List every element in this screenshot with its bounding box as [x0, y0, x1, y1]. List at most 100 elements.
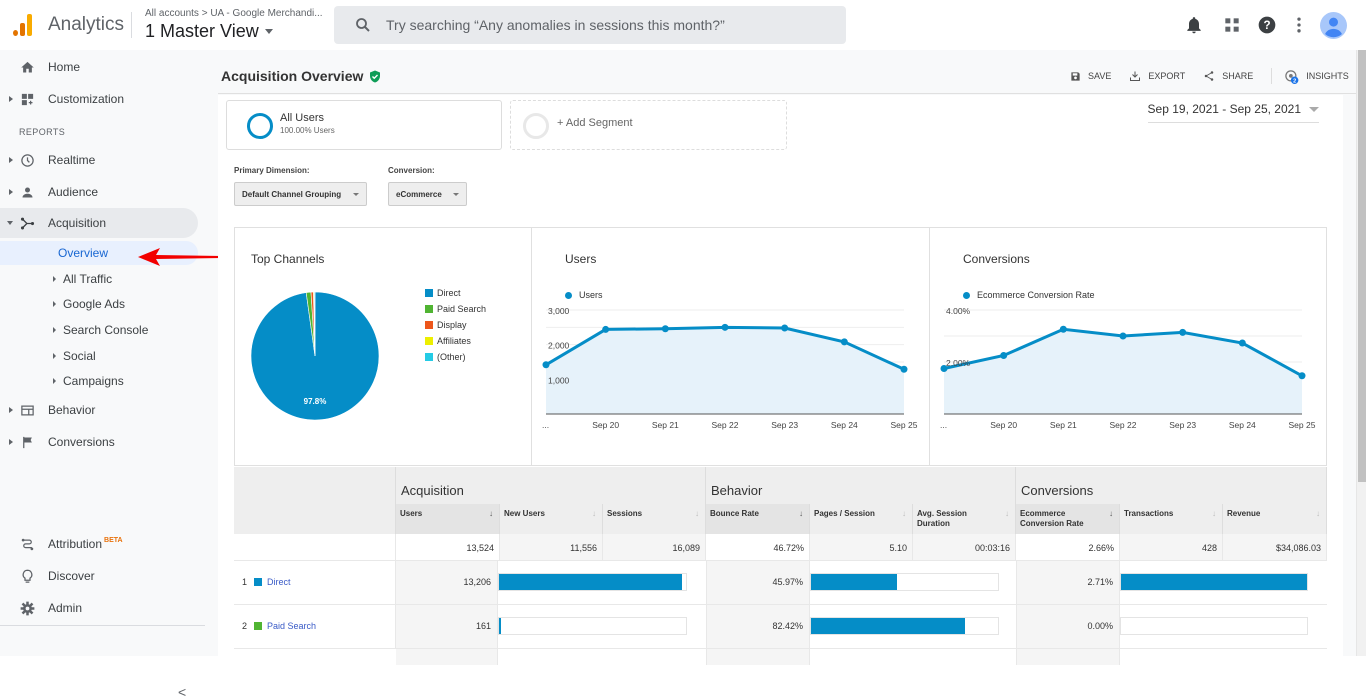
sort-icon: ↓: [1212, 509, 1216, 518]
sidebar-item-label: Discover: [48, 569, 95, 583]
share-button[interactable]: SHARE: [1203, 70, 1253, 82]
help-icon[interactable]: ?: [1257, 15, 1277, 35]
legend-dot: [565, 291, 572, 299]
collapse-sidebar-button[interactable]: <: [178, 684, 186, 700]
column-header-transactions[interactable]: Transactions ↓: [1120, 504, 1223, 534]
sidebar-item-label: Conversions: [48, 435, 115, 449]
x-tick-label: Sep 22: [712, 420, 739, 430]
sidebar-item-acquisition[interactable]: Acquisition: [0, 208, 198, 238]
collapse-triangle-icon: [7, 221, 13, 225]
search-placeholder: Try searching “Any anomalies in sessions…: [386, 17, 725, 33]
sidebar-item-attribution[interactable]: Attribution BETA: [0, 529, 198, 559]
x-tick-label: Sep 20: [990, 420, 1017, 430]
chart-legend: Ecommerce Conversion Rate: [963, 290, 1095, 300]
sidebar-subitem-campaigns[interactable]: Campaigns: [0, 369, 218, 393]
date-range-picker[interactable]: Sep 19, 2021 - Sep 25, 2021: [1147, 102, 1319, 123]
sidebar-item-admin[interactable]: Admin: [0, 593, 198, 623]
chart-title: Top Channels: [251, 252, 325, 266]
search-input[interactable]: Try searching “Any anomalies in sessions…: [334, 6, 846, 44]
column-header-revenue[interactable]: Revenue ↓: [1223, 504, 1327, 534]
column-header-users[interactable]: Users ↓: [396, 504, 500, 534]
sidebar-subitem-all-traffic[interactable]: All Traffic: [0, 267, 218, 291]
actions-divider: [1271, 68, 1273, 84]
data-point: [602, 325, 610, 333]
expand-triangle-icon: [53, 378, 56, 384]
sort-icon: ↓: [695, 509, 699, 518]
sidebar-subitem-social[interactable]: Social: [0, 344, 218, 368]
row-users: 13,206: [396, 561, 498, 604]
sidebar-item-conversions[interactable]: Conversions: [0, 427, 198, 457]
column-header-avg-session-duration[interactable]: Avg. Session Duration ↓: [913, 504, 1016, 534]
expand-triangle-icon: [53, 353, 56, 359]
sidebar-item-home[interactable]: Home: [0, 52, 198, 82]
report-body: All Users 100.00% Users + Add Segment Se…: [218, 95, 1343, 665]
chart-title: Conversions: [963, 252, 1030, 266]
sidebar-item-label: Behavior: [48, 403, 96, 417]
legend-item: Paid Search: [425, 301, 486, 317]
sidebar-subitem-search-console[interactable]: Search Console: [0, 318, 218, 342]
bell-icon[interactable]: [1184, 15, 1204, 35]
expand-triangle-icon: [9, 157, 13, 163]
conversion-value: eCommerce: [396, 189, 442, 199]
legend-item: Display: [425, 317, 486, 333]
sidebar-item-label: Search Console: [63, 323, 149, 337]
data-point: [721, 323, 729, 331]
legend-item: Affiliates: [425, 333, 486, 349]
x-tick-label: Sep 24: [1229, 420, 1256, 430]
segment-all-users[interactable]: All Users 100.00% Users: [226, 100, 502, 150]
x-tick-label: Sep 22: [1110, 420, 1137, 430]
legend-label: Users: [579, 290, 603, 300]
scrollbar-thumb[interactable]: [1358, 50, 1366, 482]
page-scrollbar[interactable]: [1356, 50, 1366, 656]
sidebar-item-behavior[interactable]: Behavior: [0, 395, 198, 425]
data-point: [661, 325, 669, 333]
gear-icon: [20, 601, 35, 615]
channel-link[interactable]: Direct: [267, 577, 291, 587]
column-header-new-users[interactable]: New Users ↓: [500, 504, 603, 534]
y-tick-label: 4.00%: [946, 306, 971, 316]
customization-icon: [21, 93, 34, 105]
legend-label: (Other): [437, 352, 466, 362]
export-button[interactable]: EXPORT: [1129, 70, 1185, 82]
column-header-sessions[interactable]: Sessions ↓: [603, 504, 706, 534]
y-tick-label: 2.00%: [946, 358, 971, 368]
x-tick-label: Sep 20: [592, 420, 619, 430]
users-share-bar-fill: [499, 618, 501, 634]
sidebar-subitem-google-ads[interactable]: Google Ads: [0, 292, 218, 316]
home-icon: [21, 61, 34, 72]
bounce-rate-bar: [810, 617, 999, 635]
column-header-ecommerce-conversion-rate[interactable]: Ecommerce Conversion Rate ↓: [1016, 504, 1120, 534]
save-button[interactable]: SAVE: [1070, 71, 1111, 82]
data-point: [1238, 339, 1246, 347]
apps-grid-icon[interactable]: [1222, 15, 1242, 35]
total-transactions: 428: [1120, 534, 1223, 560]
sidebar-item-discover[interactable]: Discover: [0, 561, 198, 591]
channel-link[interactable]: Paid Search: [267, 621, 316, 631]
analytics-logo[interactable]: [12, 14, 34, 36]
page-title: Acquisition Overview: [221, 68, 381, 84]
expand-triangle-icon: [53, 276, 56, 282]
sidebar-item-audience[interactable]: Audience: [0, 177, 198, 207]
more-vert-icon[interactable]: [1289, 15, 1309, 35]
sidebar-item-customization[interactable]: Customization: [0, 84, 198, 114]
column-header-pages-per-session[interactable]: Pages / Session ↓: [810, 504, 913, 534]
add-segment-button[interactable]: + Add Segment: [510, 100, 787, 150]
x-tick-label: Sep 25: [891, 420, 918, 430]
y-tick-label: 2,000: [548, 341, 570, 351]
svg-text:?: ?: [1263, 19, 1270, 32]
sidebar-item-label: Overview: [58, 246, 109, 260]
account-avatar[interactable]: [1320, 12, 1347, 39]
conversion-rate-bar-fill: [1121, 574, 1307, 590]
insights-button[interactable]: 2 INSIGHTS: [1284, 69, 1349, 84]
conversion-select[interactable]: eCommerce: [388, 182, 467, 206]
expand-triangle-icon: [9, 189, 13, 195]
sort-icon: ↓: [1109, 509, 1113, 518]
column-header-bounce-rate[interactable]: Bounce Rate ↓: [706, 504, 810, 534]
view-selector[interactable]: 1 Master View: [145, 21, 273, 42]
sidebar-item-label: Campaigns: [63, 374, 124, 388]
account-breadcrumb[interactable]: All accounts > UA - Google Merchandi...: [145, 8, 323, 19]
sidebar-item-realtime[interactable]: Realtime: [0, 145, 198, 175]
chart-title: Users: [565, 252, 597, 266]
primary-dimension-select[interactable]: Default Channel Grouping: [234, 182, 367, 206]
chart-legend: Users: [565, 290, 603, 300]
